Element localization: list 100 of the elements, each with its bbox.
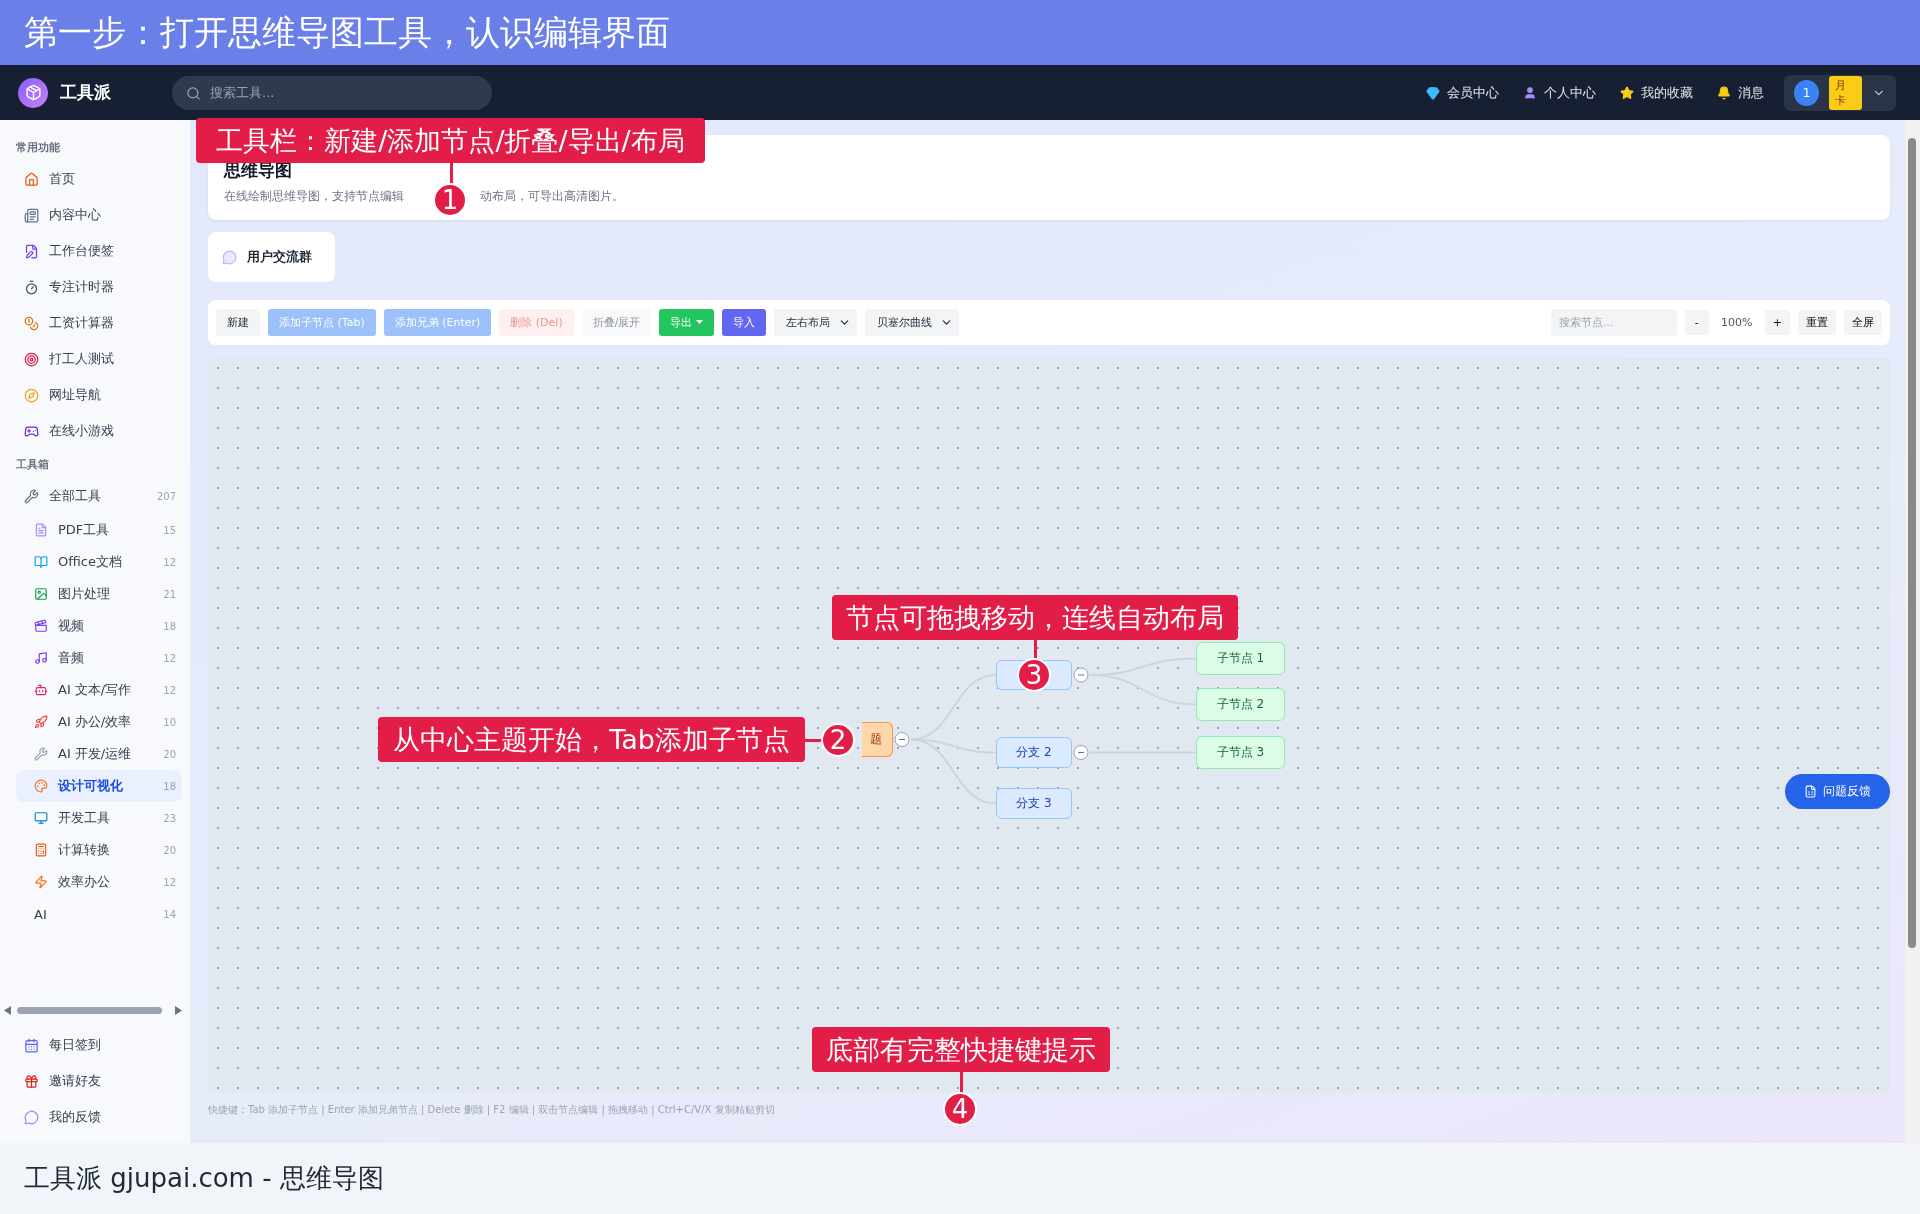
sidebar-item[interactable]: AI 开发/运维 20 <box>16 738 182 770</box>
collapse-icon[interactable] <box>1073 745 1089 760</box>
sidebar-item[interactable]: PDF工具 15 <box>16 514 182 546</box>
palette-icon <box>34 779 48 793</box>
zoom-in-button[interactable]: + <box>1764 310 1790 335</box>
speech-bubble-icon <box>222 249 237 265</box>
callout-label: 从中心主题开始，Tab添加子节点 <box>378 717 805 762</box>
group-chat-card[interactable]: 用户交流群 <box>208 232 335 282</box>
sidebar-item[interactable]: 工资计算器 <box>16 305 182 341</box>
calculator-icon <box>34 843 48 857</box>
sidebar-item[interactable]: 每日签到 <box>16 1027 182 1063</box>
shortcut-hint: 快捷键：Tab 添加子节点 | Enter 添加兄弟节点 | Delete 删除 | F2 编辑 | 双击节点编辑 | 拖拽移动 | Ctrl+C/V/X 复制粘贴剪切 <box>208 1103 775 1117</box>
item-count: 12 <box>163 876 176 888</box>
image-icon <box>34 587 48 601</box>
horizontal-scrollbar[interactable] <box>4 1003 182 1017</box>
dropdown[interactable]: 贝塞尔曲线 <box>865 309 960 336</box>
toolbar-button[interactable]: 导入 <box>722 309 767 336</box>
callout-label: 底部有完整快捷键提示 <box>812 1027 1110 1072</box>
sidebar-item[interactable]: Office文档 12 <box>16 546 182 578</box>
mindmap-node[interactable]: 分支 3 <box>996 788 1072 819</box>
mindmap-node[interactable]: 子节点 1 <box>1196 642 1285 675</box>
dropdown[interactable]: 左右布局 <box>774 309 858 336</box>
zoom-level: 100% <box>1720 316 1754 329</box>
compass-icon <box>24 387 39 403</box>
nav-link[interactable]: 消息 <box>1717 83 1764 102</box>
wrench-icon <box>34 747 48 761</box>
book-icon <box>34 555 48 569</box>
sidebar-item[interactable]: 效率办公 12 <box>16 866 182 898</box>
note-icon <box>24 243 39 259</box>
monitor-icon <box>34 811 48 825</box>
sidebar-item[interactable]: 图片处理 21 <box>16 578 182 610</box>
rocket-icon <box>34 715 48 729</box>
item-count: 12 <box>163 652 176 664</box>
search-icon <box>186 85 201 101</box>
bell-icon <box>1717 85 1731 100</box>
search-field[interactable]: 搜索工具... <box>172 75 492 110</box>
collapse-icon[interactable] <box>894 732 910 747</box>
mindmap-node[interactable]: 子节点 2 <box>1196 688 1285 721</box>
nav-link[interactable]: 我的收藏 <box>1620 83 1693 102</box>
mindmap-node[interactable]: 分支 2 <box>996 737 1072 768</box>
sidebar-item[interactable]: 视频 18 <box>16 610 182 642</box>
sidebar-item[interactable]: 在线小游戏 <box>16 413 182 449</box>
sidebar-item[interactable]: AI 办公/效率 10 <box>16 706 182 738</box>
sidebar-item[interactable]: 计算转换 20 <box>16 834 182 866</box>
mindmap-node[interactable]: 子节点 3 <box>1196 736 1285 769</box>
item-count: 12 <box>163 684 176 696</box>
toolbar-button[interactable]: 新建 <box>216 309 260 336</box>
vertical-scrollbar[interactable] <box>1905 120 1920 1143</box>
sidebar-item[interactable]: 我的反馈 <box>16 1099 182 1135</box>
item-count: 23 <box>163 812 176 824</box>
toolbar-button[interactable]: 重置 <box>1798 310 1836 335</box>
item-count: 207 <box>156 490 176 502</box>
calendar-icon <box>24 1037 39 1053</box>
nav-link[interactable]: 个人中心 <box>1523 83 1596 102</box>
newspaper-icon <box>24 207 39 223</box>
user-menu[interactable]: 1 月卡 <box>1784 74 1896 111</box>
music-icon <box>34 651 48 665</box>
user-avatar: 1 <box>1794 79 1820 106</box>
item-count: 18 <box>163 780 176 792</box>
sidebar-item[interactable]: 工作台便签 <box>16 233 182 269</box>
banner-title: 第一步：打开思维导图工具，认识编辑界面 <box>24 10 670 54</box>
sidebar-item[interactable]: 全部工具 207 <box>16 478 182 514</box>
nav-link[interactable]: 会员中心 <box>1426 83 1499 102</box>
mindmap-node[interactable]: 题 <box>862 722 893 757</box>
feedback-button[interactable]: 问题反馈 <box>1785 774 1890 809</box>
toolbar-button[interactable]: 全屏 <box>1844 310 1882 335</box>
sidebar-item[interactable]: AI 14 <box>16 898 182 930</box>
star-icon <box>1620 85 1634 100</box>
zoom-out-button[interactable]: - <box>1684 310 1709 335</box>
page-description: 动布局，可导出高清图片。 <box>480 188 624 205</box>
stopwatch-icon <box>24 279 39 295</box>
callout-label: 工具栏：新建/添加节点/折叠/导出/布局 <box>196 118 705 163</box>
sidebar-item[interactable]: AI 文本/写作 12 <box>16 674 182 706</box>
leader-line <box>805 739 823 742</box>
sidebar-item[interactable]: 首页 <box>16 161 182 197</box>
logo-icon <box>18 77 48 108</box>
user-icon <box>1523 85 1537 100</box>
sidebar-item[interactable]: 网址导航 <box>16 377 182 413</box>
lightning-icon <box>34 875 48 889</box>
sidebar-item[interactable]: 打工人测试 <box>16 341 182 377</box>
section-title: 工具箱 <box>16 457 50 472</box>
sidebar-item[interactable]: 邀请好友 <box>16 1063 182 1099</box>
node-search-field[interactable]: 搜索节点... <box>1550 309 1677 336</box>
house-icon <box>24 171 39 187</box>
plan-badge: 月卡 <box>1829 75 1863 110</box>
gem-icon <box>1426 85 1440 100</box>
gamepad-icon <box>24 423 39 439</box>
scroll-right-icon <box>175 1005 182 1015</box>
caret-icon <box>696 320 704 325</box>
item-count: 21 <box>163 588 176 600</box>
robot-icon <box>34 683 48 697</box>
sidebar-item[interactable]: 专注计时器 <box>16 269 182 305</box>
sidebar-item[interactable]: 内容中心 <box>16 197 182 233</box>
document-icon <box>34 523 48 537</box>
brand-name: 工具派 <box>60 81 112 104</box>
sidebar-item[interactable]: 开发工具 23 <box>16 802 182 834</box>
sidebar-item[interactable]: 设计可视化 18 <box>16 770 182 802</box>
leader-line <box>1034 638 1037 660</box>
scroll-left-icon <box>4 1005 11 1015</box>
sidebar-item[interactable]: 音频 12 <box>16 642 182 674</box>
